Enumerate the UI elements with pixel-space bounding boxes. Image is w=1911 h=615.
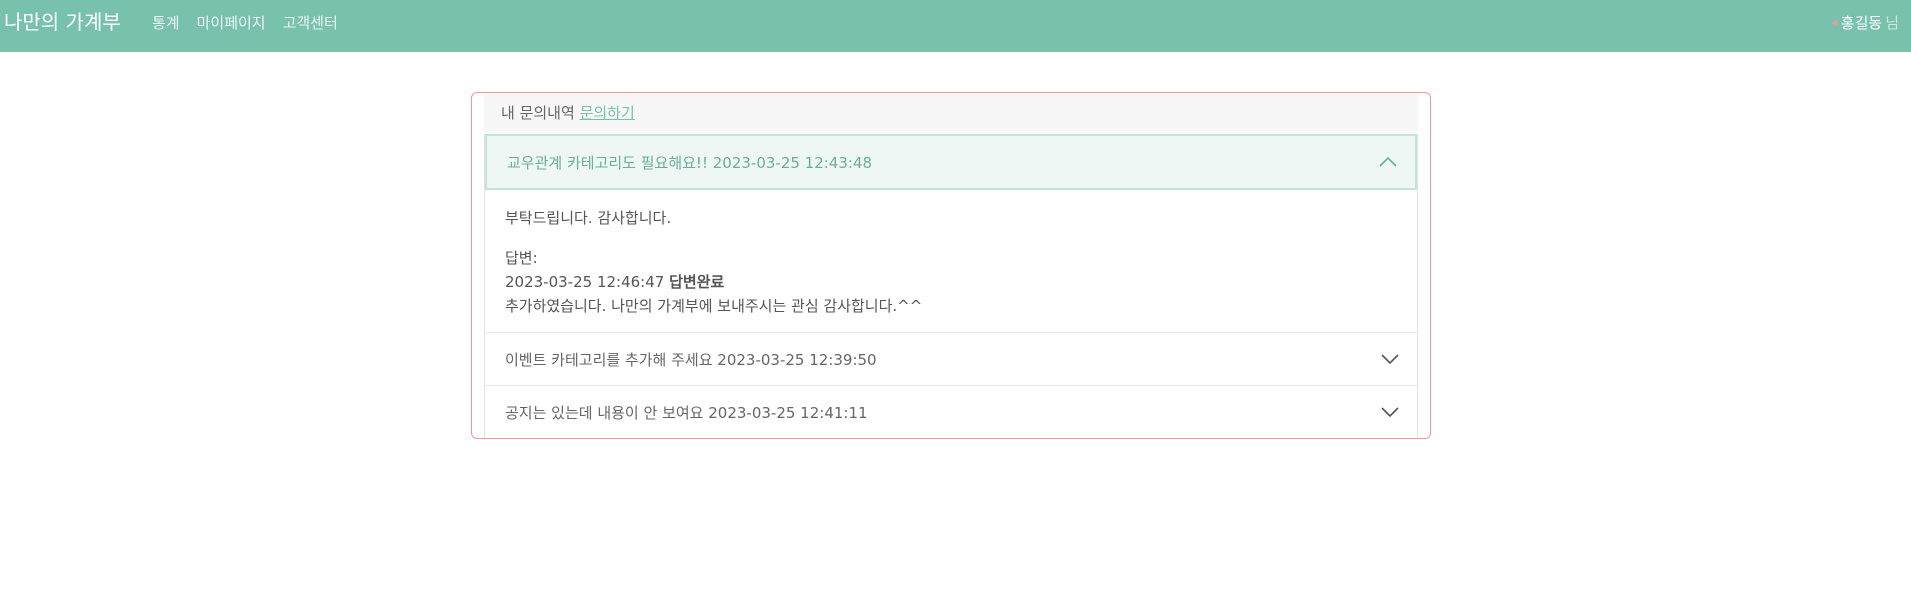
- write-inquiry-link[interactable]: 문의하기: [580, 104, 635, 122]
- inquiry-title: 교우관계 카테고리도 필요해요!! 2023-03-25 12:43:48: [507, 153, 873, 172]
- inquiry-toggle-button[interactable]: 이벤트 카테고리를 추가해 주세요 2023-03-25 12:39:50: [485, 333, 1417, 385]
- inquiry-card: 내 문의내역 문의하기 교우관계 카테고리도 필요해요!! 2023-03-25…: [471, 92, 1431, 439]
- nav-links: 통계 마이페이지 고객센터: [152, 13, 338, 33]
- inquiry-toggle-button[interactable]: 공지는 있는데 내용이 안 보여요 2023-03-25 12:41:11: [485, 386, 1417, 438]
- chevron-down-icon: [1381, 407, 1399, 417]
- nav-link-support[interactable]: 고객센터: [283, 13, 338, 33]
- user-honorific: 님: [1885, 14, 1899, 32]
- inquiry-content: 부탁드립니다. 감사합니다.: [505, 209, 672, 227]
- my-inquiries-label: 내 문의내역: [501, 104, 575, 122]
- answer-meta: 2023-03-25 12:46:47 답변완료: [505, 270, 1397, 294]
- answer-text: 추가하였습니다. 나만의 가계부에 보내주시는 관심 감사합니다.^^: [505, 297, 923, 315]
- brand-logo[interactable]: 나만의 가계부: [4, 10, 121, 34]
- user-menu[interactable]: ◀ 홍길동 님: [1832, 13, 1899, 33]
- inquiry-title: 공지는 있는데 내용이 안 보여요 2023-03-25 12:41:11: [505, 403, 868, 422]
- chevron-down-icon: [1381, 354, 1399, 364]
- nav-link-stats[interactable]: 통계: [152, 13, 180, 33]
- inquiry-item: 교우관계 카테고리도 필요해요!! 2023-03-25 12:43:48 부탁…: [485, 134, 1417, 333]
- inquiry-toggle-button[interactable]: 교우관계 카테고리도 필요해요!! 2023-03-25 12:43:48: [485, 134, 1417, 190]
- answer-block: 답변: 2023-03-25 12:46:47 답변완료 추가하였습니다. 나만…: [505, 246, 1397, 318]
- inquiry-item: 이벤트 카테고리를 추가해 주세요 2023-03-25 12:39:50: [485, 333, 1417, 386]
- inquiry-item: 공지는 있는데 내용이 안 보여요 2023-03-25 12:41:11: [485, 386, 1417, 438]
- user-name: 홍길동: [1840, 14, 1883, 32]
- nav-link-mypage[interactable]: 마이페이지: [197, 13, 266, 33]
- top-navbar: 나만의 가계부 통계 마이페이지 고객센터 ◀ 홍길동 님: [0, 0, 1911, 52]
- inquiry-accordion: 교우관계 카테고리도 필요해요!! 2023-03-25 12:43:48 부탁…: [484, 134, 1418, 438]
- card-header: 내 문의내역 문의하기: [484, 93, 1418, 133]
- caret-left-icon: ◀: [1831, 18, 1838, 27]
- answer-time: 2023-03-25 12:46:47: [505, 273, 665, 291]
- answer-status-badge: 답변완료: [669, 273, 725, 291]
- chevron-up-icon: [1379, 157, 1397, 167]
- inquiry-body: 부탁드립니다. 감사합니다. 답변: 2023-03-25 12:46:47 답…: [485, 190, 1417, 332]
- answer-label: 답변:: [505, 249, 538, 267]
- inquiry-title: 이벤트 카테고리를 추가해 주세요 2023-03-25 12:39:50: [505, 350, 877, 369]
